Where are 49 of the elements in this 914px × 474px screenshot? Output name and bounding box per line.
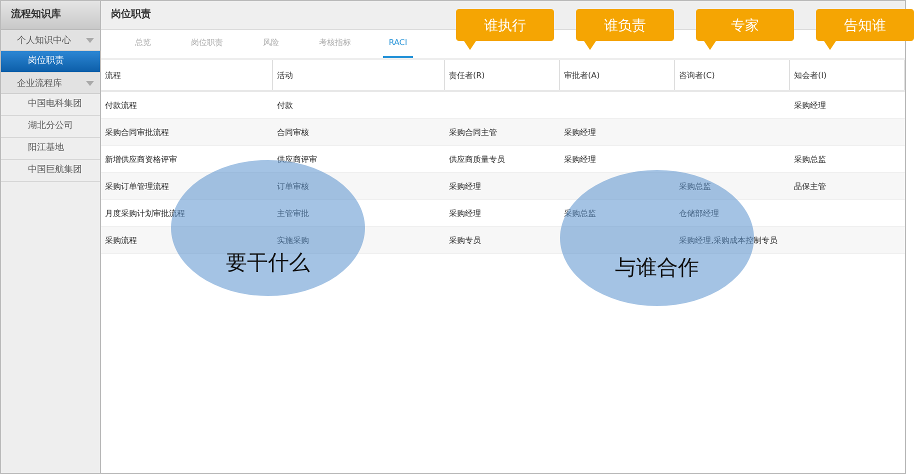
- table-cell: 采购合同主管: [449, 126, 497, 138]
- column-header: 活动: [273, 60, 445, 90]
- table-cell: 采购总监: [794, 154, 826, 164]
- table-cell: 仓储部经理: [679, 208, 719, 218]
- column-header: 流程: [101, 60, 273, 90]
- callout-label: 谁负责: [576, 9, 674, 50]
- table-cell: 新增供应商资格评审: [105, 154, 177, 164]
- table-cell: 采购总监: [679, 180, 711, 192]
- bubble-text: 与谁合作: [615, 255, 699, 281]
- bubble-text: 要干什么: [226, 250, 310, 276]
- table-cell: 采购合同审批流程: [105, 126, 169, 138]
- sidebar-item[interactable]: 阳江基地: [1, 138, 100, 160]
- callout-label: 告知谁: [816, 9, 914, 50]
- sidebar-group[interactable]: 个人知识中心: [1, 30, 100, 51]
- table-cell: 合同审核: [277, 126, 309, 138]
- caret-icon: [86, 38, 94, 42]
- table-cell: 采购订单管理流程: [105, 180, 169, 192]
- column-header: 责任者(R): [445, 60, 560, 90]
- table-cell: 月度采购计划审批流程: [105, 208, 185, 218]
- table-cell: 采购经理: [564, 154, 596, 164]
- table-cell: 实施采购: [277, 234, 309, 246]
- table-cell: 采购经理: [449, 180, 481, 192]
- column-header: 咨询者(C): [675, 60, 790, 90]
- sidebar-item[interactable]: 湖北分公司: [1, 116, 100, 138]
- caret-icon: [86, 80, 94, 86]
- table-cell: 供应商评审: [277, 154, 317, 164]
- sidebar-group[interactable]: 企业流程库: [1, 73, 100, 94]
- table-cell: 采购经理: [564, 126, 596, 138]
- sidebar-item[interactable]: 中国电科集团: [1, 94, 100, 116]
- table-cell: 采购专员: [449, 234, 481, 246]
- table-cell: 采购经理,采购成本控制专员: [679, 234, 778, 246]
- table-cell: 主管审批: [277, 208, 309, 218]
- callout-label: 谁执行: [456, 9, 554, 50]
- table-cell: 品保主管: [794, 180, 826, 192]
- callout-label: 专家: [696, 9, 794, 50]
- table-cell: 订单审核: [277, 180, 309, 192]
- table-cell: 付款: [277, 100, 293, 110]
- table-cell: 付款流程: [105, 100, 137, 110]
- sidebar-item[interactable]: 中国巨航集团: [1, 160, 100, 182]
- page-title: 岗位职责: [111, 9, 151, 20]
- sidebar-item[interactable]: 岗位职责: [1, 51, 100, 73]
- sidebar-title: 流程知识库: [1, 1, 100, 30]
- table-cell: 采购经理: [449, 208, 481, 218]
- column-header: 审批者(A): [560, 60, 675, 90]
- table-cell: 采购流程: [105, 234, 137, 246]
- column-header: 知会者(I): [790, 60, 905, 90]
- table-cell: 供应商质量专员: [449, 154, 505, 164]
- tab[interactable]: RACI: [383, 30, 413, 58]
- table-cell: 采购经理: [794, 100, 826, 110]
